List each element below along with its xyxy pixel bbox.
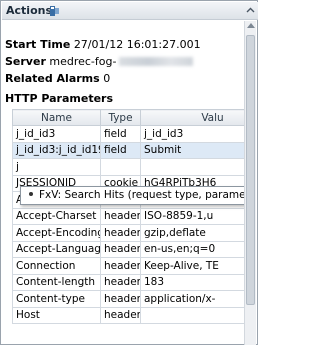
actions-menu-icon[interactable]: [50, 5, 60, 17]
redacted-server-name: [119, 57, 194, 66]
tooltip-text: FxV: Search Hits (request type, paramete…: [39, 189, 245, 201]
cell-value: gzip,deflate: [140, 224, 245, 242]
bullet-icon: [29, 192, 33, 196]
cell-value: application/x-: [140, 290, 245, 308]
server-label: Server: [5, 55, 46, 68]
cell-value: [140, 306, 245, 324]
cell-name: Accept-Charset: [12, 207, 101, 225]
cell-name: Content-type: [12, 290, 101, 308]
collapse-icon[interactable]: [245, 5, 256, 16]
cell-type: header: [100, 240, 141, 258]
cell-value: en-us,en;q=0: [140, 240, 245, 258]
cell-type: field: [100, 141, 141, 159]
cell-value: Submit: [140, 141, 245, 159]
vertical-scrollbar[interactable]: [244, 21, 256, 345]
table-row[interactable]: Content-length header 183: [12, 273, 245, 291]
http-parameters-table: Name Type Valu j_id_id3 field j_id_id3 j_id…: [12, 109, 245, 324]
table-row[interactable]: j_id_id3:j_id_id19 field Submit: [12, 141, 245, 159]
cell-name: j_id_id3: [12, 125, 101, 143]
cell-type: header: [100, 207, 141, 225]
table-row[interactable]: Content-type header application/x-: [12, 290, 245, 308]
cell-name: j_id_id3:j_id_id19: [12, 141, 101, 159]
related-alarms-row: Related Alarms 0: [5, 72, 110, 85]
related-alarms-label: Related Alarms: [5, 72, 100, 85]
server-row: Server medrec-fog-: [5, 55, 194, 68]
start-time-value: 27/01/12 16:01:27.001: [73, 38, 201, 51]
search-hits-tooltip: FxV: Search Hits (request type, paramete…: [20, 186, 245, 205]
column-header-type[interactable]: Type: [100, 109, 141, 126]
panel-content: Start Time 27/01/12 16:01:27.001 Server …: [2, 21, 245, 345]
scrollbar-thumb[interactable]: [246, 35, 255, 305]
related-alarms-value: 0: [103, 72, 111, 85]
cell-type: [100, 158, 141, 176]
panel-header: Actions: [2, 2, 258, 20]
table-row[interactable]: Connection header Keep-Alive, TE: [12, 257, 245, 275]
server-value: medrec-fog-: [49, 55, 117, 68]
start-time-row: Start Time 27/01/12 16:01:27.001: [5, 38, 201, 51]
http-parameters-heading: HTTP Parameters: [5, 92, 114, 105]
cell-value: 183: [140, 273, 245, 291]
cell-value: j_id_id3: [140, 125, 245, 143]
cell-type: header: [100, 273, 141, 291]
start-time-label: Start Time: [5, 38, 71, 51]
cell-type: header: [100, 290, 141, 308]
table-row[interactable]: Accept-Encoding header gzip,deflate: [12, 224, 245, 242]
cell-type: header: [100, 257, 141, 275]
cell-name: j: [12, 158, 101, 176]
column-header-value[interactable]: Valu: [140, 109, 245, 126]
cell-name: Host: [12, 306, 101, 324]
cell-name: Content-length: [12, 273, 101, 291]
cell-type: field: [100, 125, 141, 143]
cell-type: header: [100, 306, 141, 324]
scroll-up-arrow-icon[interactable]: [247, 23, 255, 28]
table-row[interactable]: Accept-Charset header ISO-8859-1,u: [12, 207, 245, 225]
table-row[interactable]: j: [12, 158, 245, 176]
table-row[interactable]: Host header: [12, 306, 245, 324]
cell-value: Keep-Alive, TE: [140, 257, 245, 275]
cell-name: Connection: [12, 257, 101, 275]
table-header-row: Name Type Valu: [12, 109, 245, 126]
cell-name: Accept-Encoding: [12, 224, 101, 242]
cell-name: Accept-Language: [12, 240, 101, 258]
panel-title: Actions: [6, 4, 52, 17]
table-row[interactable]: j_id_id3 field j_id_id3: [12, 125, 245, 143]
table-row[interactable]: Accept-Language header en-us,en;q=0: [12, 240, 245, 258]
cell-value: ISO-8859-1,u: [140, 207, 245, 225]
actions-panel: Actions Start Time 27/01/12 16:01:27.001…: [0, 0, 258, 345]
column-header-name[interactable]: Name: [12, 109, 101, 126]
cell-type: header: [100, 224, 141, 242]
cell-value: [140, 158, 245, 176]
